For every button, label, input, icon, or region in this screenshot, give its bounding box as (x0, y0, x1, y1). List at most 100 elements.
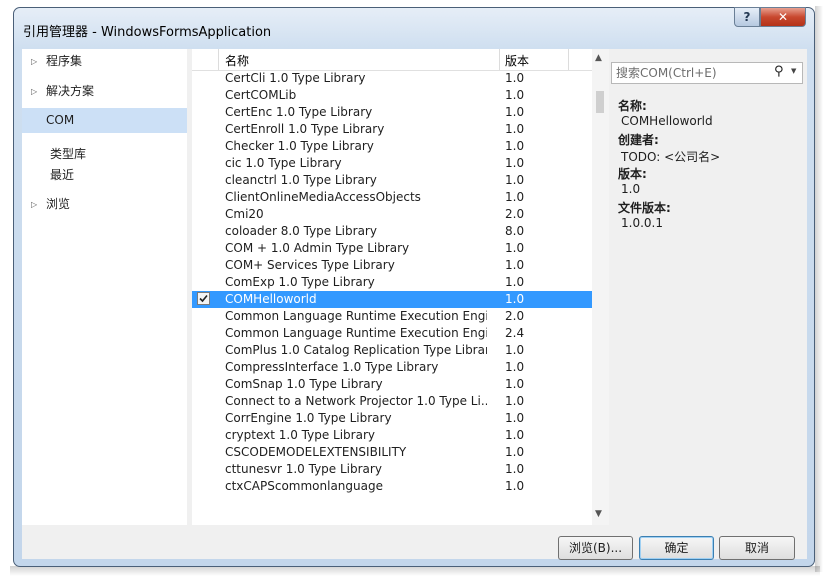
triangle-right-icon: ▷ (31, 200, 38, 209)
checked-checkbox-icon[interactable] (197, 292, 210, 305)
table-row[interactable]: ComSnap 1.0 Type Library 1.0 (192, 376, 592, 393)
nav-item-assemblies[interactable]: ▷ 程序集 (22, 49, 187, 74)
row-name: cttunesvr 1.0 Type Library (225, 462, 382, 476)
table-row[interactable]: CertEnroll 1.0 Type Library 1.0 (192, 121, 592, 138)
scroll-down-icon[interactable]: ▼ (595, 509, 602, 519)
row-version: 1.0 (505, 377, 525, 391)
column-separator[interactable] (499, 49, 500, 70)
dialog-client-area: ▷ 程序集 ▷ 解决方案 COM 类型库 最近 ▷ 浏览 名称 版本 CertC… (22, 49, 807, 560)
left-nav: ▷ 程序集 ▷ 解决方案 COM 类型库 最近 ▷ 浏览 (22, 49, 187, 525)
row-name: Connect to a Network Projector 1.0 Type … (225, 394, 487, 408)
table-row[interactable]: ComPlus 1.0 Catalog Replication Type Lib… (192, 342, 592, 359)
row-name: CSCODEMODELEXTENSIBILITY (225, 445, 407, 459)
table-row[interactable]: ComExp 1.0 Type Library 1.0 (192, 274, 592, 291)
table-row[interactable]: Connect to a Network Projector 1.0 Type … (192, 393, 592, 410)
scroll-thumb[interactable] (596, 91, 604, 113)
table-row[interactable]: cryptext 1.0 Type Library 1.0 (192, 427, 592, 444)
column-header-name[interactable]: 名称 (225, 52, 249, 69)
row-version: 1.0 (505, 479, 525, 493)
com-library-list: 名称 版本 CertCli 1.0 Type Library 1.0 CertCOM… (192, 49, 609, 525)
row-version: 2.0 (505, 207, 525, 221)
row-version: 1.0 (505, 462, 525, 476)
table-row[interactable]: CertCli 1.0 Type Library 1.0 (192, 70, 592, 87)
column-separator[interactable] (568, 49, 569, 70)
table-row[interactable]: cttunesvr 1.0 Type Library 1.0 (192, 461, 592, 478)
nav-item-com[interactable]: COM (22, 108, 187, 133)
nav-item-label: 解决方案 (46, 84, 95, 98)
search-input[interactable] (616, 64, 766, 82)
table-row[interactable]: CompressInterface 1.0 Type Library 1.0 (192, 359, 592, 376)
row-name: CorrEngine 1.0 Type Library (225, 411, 392, 425)
table-row[interactable]: CertEnc 1.0 Type Library 1.0 (192, 104, 592, 121)
row-version: 1.0 (505, 241, 525, 255)
row-name: Common Language Runtime Execution Engi..… (225, 326, 487, 340)
window-shadow-right (815, 6, 823, 572)
detail-file-version-value: 1.0.0.1 (621, 216, 663, 230)
search-box[interactable]: ⚲ ▼ (611, 62, 803, 84)
row-version: 1.0 (505, 394, 525, 408)
row-version: 1.0 (505, 173, 525, 187)
table-row[interactable]: cleanctrl 1.0 Type Library 1.0 (192, 172, 592, 189)
column-header-version[interactable]: 版本 (505, 52, 529, 69)
detail-name-label: 名称: (618, 99, 647, 113)
cancel-button[interactable]: 取消 (719, 536, 795, 560)
row-name: COM+ Services Type Library (225, 258, 395, 272)
row-name: CertEnc 1.0 Type Library (225, 105, 373, 119)
column-separator[interactable] (218, 49, 219, 70)
chevron-down-icon[interactable]: ▼ (791, 67, 796, 75)
table-row[interactable]: cic 1.0 Type Library 1.0 (192, 155, 592, 172)
table-row[interactable]: Cmi20 2.0 (192, 206, 592, 223)
row-name: COM + 1.0 Admin Type Library (225, 241, 410, 255)
close-button[interactable]: ✕ (760, 7, 806, 27)
row-name: CertCli 1.0 Type Library (225, 71, 366, 85)
triangle-right-icon: ▷ (31, 87, 38, 96)
nav-subitem-recent[interactable]: 最近 (50, 166, 74, 183)
detail-file-version-label: 文件版本: (618, 201, 671, 215)
table-row[interactable]: COM+ Services Type Library 1.0 (192, 257, 592, 274)
detail-version-value: 1.0 (621, 182, 641, 196)
nav-subitem-type-libraries[interactable]: 类型库 (50, 145, 86, 162)
table-row[interactable]: ctxCAPScommonlanguage 1.0 (192, 478, 592, 495)
row-version: 1.0 (505, 139, 525, 153)
row-version: 2.4 (505, 326, 525, 340)
row-version: 1.0 (505, 292, 525, 306)
nav-item-label: COM (46, 113, 75, 127)
row-version: 1.0 (505, 190, 525, 204)
detail-name-value: COMHelloworld (621, 114, 713, 128)
row-name: CertEnroll 1.0 Type Library (225, 122, 385, 136)
table-row[interactable]: CorrEngine 1.0 Type Library 1.0 (192, 410, 592, 427)
row-version: 1.0 (505, 445, 525, 459)
row-name: CompressInterface 1.0 Type Library (225, 360, 439, 374)
table-row[interactable]: COMHelloworld 1.0 (192, 291, 592, 308)
row-name: Common Language Runtime Execution Engi..… (225, 309, 487, 323)
window-title: 引用管理器 - WindowsFormsApplication (23, 25, 272, 40)
nav-item-label: 浏览 (46, 197, 71, 211)
row-name: CertCOMLib (225, 88, 297, 102)
search-icon[interactable]: ⚲ (774, 64, 784, 79)
table-row[interactable]: Checker 1.0 Type Library 1.0 (192, 138, 592, 155)
row-version: 1.0 (505, 343, 525, 357)
detail-creator-label: 创建者: (618, 133, 659, 147)
table-row[interactable]: Common Language Runtime Execution Engi..… (192, 325, 592, 342)
row-version: 2.0 (505, 309, 525, 323)
detail-creator-value: TODO: <公司名> (621, 150, 721, 164)
help-button[interactable]: ? (734, 7, 760, 27)
scroll-up-icon[interactable]: ▲ (595, 53, 602, 63)
table-row[interactable]: Common Language Runtime Execution Engi..… (192, 308, 592, 325)
table-row[interactable]: COM + 1.0 Admin Type Library 1.0 (192, 240, 592, 257)
row-name: ComExp 1.0 Type Library (225, 275, 375, 289)
table-row[interactable]: coloader 8.0 Type Library 8.0 (192, 223, 592, 240)
table-row[interactable]: CSCODEMODELEXTENSIBILITY 1.0 (192, 444, 592, 461)
nav-item-browse[interactable]: ▷ 浏览 (22, 192, 187, 217)
row-name: ComSnap 1.0 Type Library (225, 377, 383, 391)
ok-button[interactable]: 确定 (639, 536, 714, 560)
table-row[interactable]: CertCOMLib 1.0 (192, 87, 592, 104)
row-version: 1.0 (505, 88, 525, 102)
row-name: cleanctrl 1.0 Type Library (225, 173, 377, 187)
nav-item-solution[interactable]: ▷ 解决方案 (22, 79, 187, 104)
browse-button[interactable]: 浏览(B)... (558, 536, 633, 560)
table-row[interactable]: ClientOnlineMediaAccessObjects 1.0 (192, 189, 592, 206)
row-version: 1.0 (505, 258, 525, 272)
row-version: 1.0 (505, 428, 525, 442)
list-scrollbar[interactable]: ▲ ▼ (592, 49, 609, 525)
